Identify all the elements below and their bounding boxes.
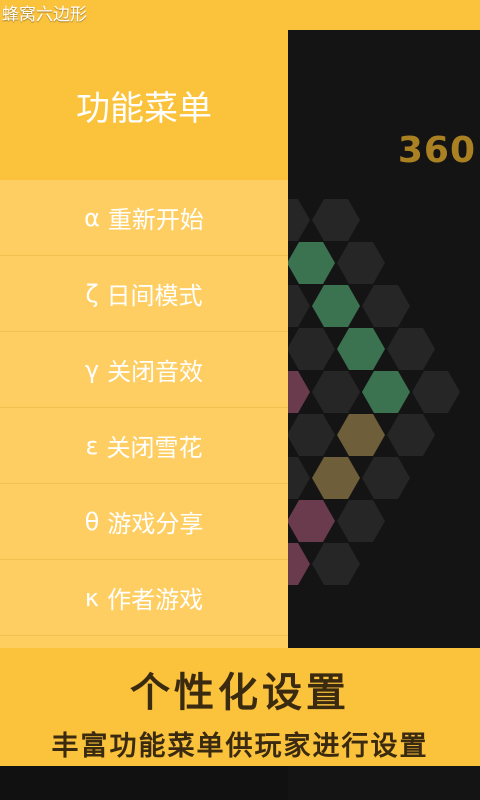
menu-item-snow-off[interactable]: ε 关闭雪花 xyxy=(0,408,288,484)
hex-cell[interactable] xyxy=(312,199,360,241)
hex-cell[interactable] xyxy=(288,285,310,327)
app-title: 蜂窝六边形 xyxy=(0,0,480,30)
hex-cell[interactable] xyxy=(362,371,410,413)
hex-cell[interactable] xyxy=(288,328,335,370)
function-menu-drawer: 功能菜单 α 重新开始 ζ 日间模式 γ 关闭音效 ε 关闭雪花 θ 游戏分享 κ 作者游戏 xyxy=(0,30,288,650)
hex-cell[interactable] xyxy=(387,414,435,456)
banner-headline: 个性化设置 xyxy=(130,670,350,716)
hex-cell[interactable] xyxy=(337,414,385,456)
menu-item-label: 重新开始 xyxy=(107,206,204,234)
menu-item-share[interactable]: θ 游戏分享 xyxy=(0,484,288,560)
menu-item-label: 关闭音效 xyxy=(107,358,204,386)
hex-cell[interactable] xyxy=(337,242,385,284)
menu-item-symbol: ζ xyxy=(85,279,99,308)
hex-cell[interactable] xyxy=(288,543,310,585)
hex-cell[interactable] xyxy=(288,414,335,456)
menu-item-author-games[interactable]: κ 作者游戏 xyxy=(0,560,288,636)
promo-banner: 个性化设置 丰富功能菜单供玩家进行设置 xyxy=(0,648,480,766)
score: 360 xyxy=(397,130,476,171)
hex-cell[interactable] xyxy=(337,328,385,370)
hex-cell[interactable] xyxy=(337,500,385,542)
hex-cell[interactable] xyxy=(288,500,335,542)
drawer-title: 功能菜单 xyxy=(0,30,288,180)
menu-item-symbol: α xyxy=(84,203,100,232)
banner-subtitle: 丰富功能菜单供玩家进行设置 xyxy=(51,731,429,762)
menu-item-sound-off[interactable]: γ 关闭音效 xyxy=(0,332,288,408)
menu-list: α 重新开始 ζ 日间模式 γ 关闭音效 ε 关闭雪花 θ 游戏分享 κ 作者游戏 xyxy=(0,180,288,636)
hex-cell[interactable] xyxy=(312,543,360,585)
menu-item-symbol: γ xyxy=(84,355,100,384)
menu-item-label: 日间模式 xyxy=(106,282,203,310)
hex-cell[interactable] xyxy=(362,285,410,327)
menu-item-label: 关闭雪花 xyxy=(106,434,203,462)
hex-cell[interactable] xyxy=(312,371,360,413)
menu-item-day-mode[interactable]: ζ 日间模式 xyxy=(0,256,288,332)
hex-cell[interactable] xyxy=(288,199,310,241)
menu-item-symbol: θ xyxy=(84,507,100,536)
hex-cell[interactable] xyxy=(362,457,410,499)
hex-cell[interactable] xyxy=(387,328,435,370)
menu-item-restart[interactable]: α 重新开始 xyxy=(0,180,288,256)
menu-item-label: 作者游戏 xyxy=(107,586,204,614)
menu-item-symbol: ε xyxy=(85,431,99,460)
hex-cell[interactable] xyxy=(312,285,360,327)
hex-cell[interactable] xyxy=(288,457,310,499)
hex-cell[interactable] xyxy=(412,371,460,413)
menu-item-label: 游戏分享 xyxy=(107,510,204,538)
menu-item-symbol: κ xyxy=(84,583,100,612)
hex-cell[interactable] xyxy=(288,371,310,413)
hex-cell[interactable] xyxy=(288,242,335,284)
hex-cell[interactable] xyxy=(312,457,360,499)
hex-board[interactable] xyxy=(288,30,480,650)
